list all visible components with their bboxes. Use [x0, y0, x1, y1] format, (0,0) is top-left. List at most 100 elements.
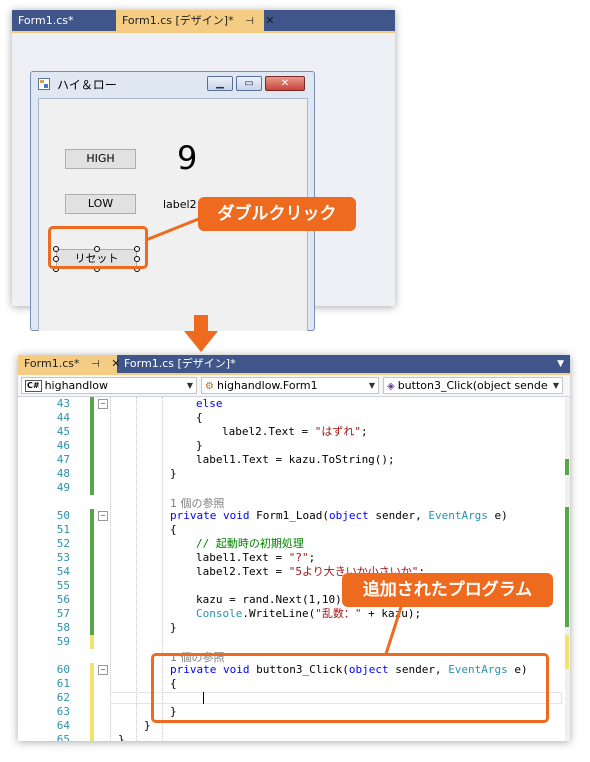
line-number: 45 [56, 425, 70, 438]
pin-icon[interactable]: ⊣ [245, 16, 254, 27]
close-icon[interactable]: ✕ [265, 14, 274, 27]
line-number: 51 [56, 523, 70, 536]
high-button[interactable]: HIGH [65, 149, 136, 169]
code-line[interactable]: 46} [18, 439, 570, 453]
collapse-icon[interactable]: − [98, 665, 108, 675]
line-number: 50 [56, 509, 70, 522]
code-line[interactable]: 53 label1.Text = "?"; [18, 551, 570, 565]
line-number: 47 [56, 453, 70, 466]
tab-form1-cs[interactable]: Form1.cs* [12, 10, 112, 31]
line-number: 56 [56, 593, 70, 606]
form-title-bar: ハイ＆ロー ▁ ▭ ✕ [31, 72, 314, 96]
class-name: highandlow.Form1 [216, 379, 318, 392]
line-number: 59 [56, 635, 70, 648]
change-indicator [90, 523, 94, 537]
double-click-callout: ダブルクリック [198, 197, 356, 231]
line-number: 52 [56, 537, 70, 550]
tab-form1-design[interactable]: Form1.cs [デザイン]* ⊣ ✕ [116, 10, 275, 31]
code-line[interactable]: 57 Console.WriteLine("乱数：" + kazu); [18, 607, 570, 621]
member-name: button3_Click(object sende [397, 379, 548, 392]
change-indicator [90, 411, 94, 425]
tab-label: Form1.cs [デザイン]* [122, 14, 234, 27]
change-indicator [90, 663, 94, 677]
change-indicator [90, 551, 94, 565]
code-line[interactable]: 45 label2.Text = "はずれ"; [18, 425, 570, 439]
change-indicator [90, 635, 94, 649]
low-button[interactable]: LOW [65, 194, 136, 214]
change-indicator [90, 691, 94, 705]
collapse-icon[interactable]: − [98, 511, 108, 521]
member-dropdown[interactable]: ◈ button3_Click(object sende ▼ [383, 377, 563, 394]
tab-label: Form1.cs [デザイン]* [124, 357, 236, 370]
line-number: 65 [56, 733, 70, 741]
code-line[interactable]: 58} [18, 621, 570, 635]
method-icon: ◈ [387, 380, 395, 392]
reset-button-highlight [48, 226, 148, 269]
tab-list-dropdown-icon[interactable]: ▼ [557, 355, 564, 373]
change-indicator [90, 705, 94, 719]
added-code-highlight [151, 653, 549, 723]
down-arrow-icon [184, 315, 218, 352]
tab-form1-design[interactable]: Form1.cs [デザイン]* [118, 355, 248, 373]
callout-connector [384, 603, 404, 655]
code-line[interactable]: 44 { [18, 411, 570, 425]
class-icon: ⚙ [205, 380, 214, 392]
code-text: } [170, 467, 177, 480]
line-number: 58 [56, 621, 70, 634]
change-indicator [90, 509, 94, 523]
code-text: { [170, 523, 177, 536]
close-button[interactable]: ✕ [265, 76, 305, 91]
code-text: // 起動時の初期処理 [196, 537, 304, 550]
code-line[interactable]: 65} [18, 733, 570, 741]
change-indicator [90, 397, 94, 411]
code-text: label1.Text = "?"; [196, 551, 316, 564]
code-line[interactable]: 51 { [18, 523, 570, 537]
line-number: 43 [56, 397, 70, 410]
change-indicator [90, 593, 94, 607]
line-number: 60 [56, 663, 70, 676]
code-text: label1.Text = kazu.ToString(); [196, 453, 395, 466]
code-text: } [170, 621, 177, 634]
line-number: 49 [56, 481, 70, 494]
tab-form1-cs[interactable]: Form1.cs* ⊣ ✕ [18, 355, 120, 373]
code-line[interactable]: 50 − private void Form1_Load(object sender… [18, 509, 570, 523]
code-text: } [118, 733, 125, 741]
line-number: 63 [56, 705, 70, 718]
minimize-button[interactable]: ▁ [207, 76, 233, 91]
change-indicator [90, 565, 94, 579]
line-number: 46 [56, 439, 70, 452]
code-text: } [144, 719, 151, 732]
change-indicator [90, 579, 94, 593]
code-line[interactable]: 47 label1.Text = kazu.ToString(); [18, 453, 570, 467]
line-number: 55 [56, 579, 70, 592]
line-number: 48 [56, 467, 70, 480]
line-number: 44 [56, 411, 70, 424]
code-line[interactable]: 43 − else [18, 397, 570, 411]
csharp-project-icon: C# [25, 380, 42, 392]
code-line[interactable]: 52 // 起動時の初期処理 [18, 537, 570, 551]
chevron-down-icon: ▼ [186, 381, 193, 390]
navigation-bar: C# highandlow ▼ ⚙ highandlow.Form1 ▼ ◈ butt… [18, 373, 570, 397]
line-number: 53 [56, 551, 70, 564]
code-text: private void Form1_Load(object sender, E… [170, 509, 508, 522]
code-line[interactable]: 48} [18, 467, 570, 481]
code-line[interactable]: 49 [18, 481, 570, 495]
code-line[interactable]: 59 [18, 635, 570, 649]
line-number: 64 [56, 719, 70, 732]
change-indicator [90, 719, 94, 733]
pin-icon[interactable]: ⊣ [91, 359, 100, 370]
chevron-down-icon: ▼ [368, 381, 375, 390]
tab-label: Form1.cs* [24, 357, 80, 370]
collapse-icon[interactable]: − [98, 399, 108, 409]
project-name: highandlow [44, 379, 109, 392]
class-dropdown[interactable]: ⚙ highandlow.Form1 ▼ [201, 377, 379, 394]
editor-tab-bar: Form1.cs* ⊣ ✕ Form1.cs [デザイン]* ▼ [18, 355, 570, 373]
tab-label: Form1.cs* [18, 14, 74, 27]
project-dropdown[interactable]: C# highandlow ▼ [21, 377, 197, 394]
code-text: } [196, 439, 203, 452]
change-indicator [90, 621, 94, 635]
chevron-down-icon: ▼ [552, 381, 559, 390]
label1[interactable]: 9 [177, 139, 197, 177]
designer-tab-bar: Form1.cs* Form1.cs [デザイン]* ⊣ ✕ [12, 10, 395, 31]
maximize-button[interactable]: ▭ [236, 76, 262, 91]
